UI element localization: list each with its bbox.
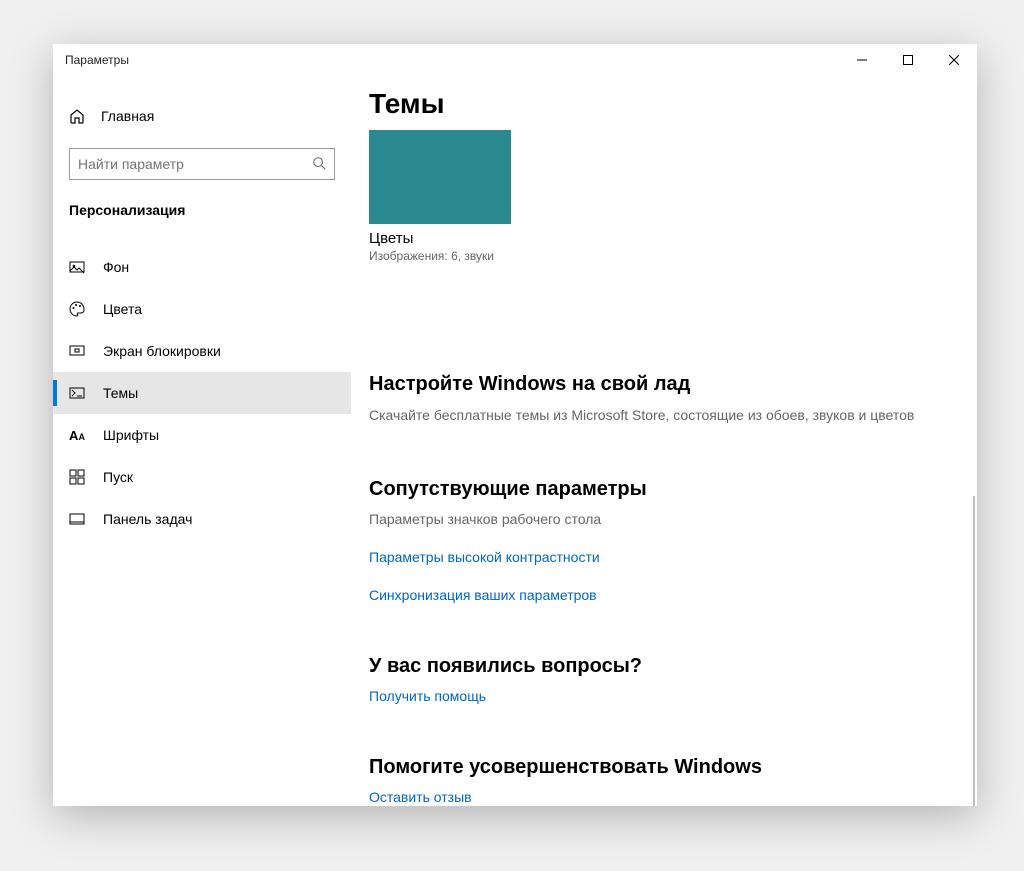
customize-section: Настройте Windows на свой лад Скачайте б… <box>369 373 953 426</box>
titlebar: Параметры <box>53 44 977 76</box>
sidebar-item-label: Шрифты <box>103 427 159 443</box>
link-feedback[interactable]: Оставить отзыв <box>369 789 953 805</box>
settings-window: Параметры Главная Пер <box>53 44 977 806</box>
related-section: Сопутствующие параметры Параметры значко… <box>369 478 953 603</box>
sidebar: Главная Персонализация Фон Цвета <box>53 76 351 806</box>
maximize-button[interactable] <box>885 44 931 76</box>
theme-thumbnail <box>369 130 511 224</box>
home-label: Главная <box>101 108 154 124</box>
home-icon <box>69 108 85 124</box>
minimize-button[interactable] <box>839 44 885 76</box>
sidebar-item-taskbar[interactable]: Панель задач <box>53 498 351 540</box>
link-high-contrast[interactable]: Параметры высокой контрастности <box>369 549 953 565</box>
minimize-icon <box>857 55 867 65</box>
section-heading: У вас появились вопросы? <box>369 655 953 678</box>
sidebar-item-label: Пуск <box>103 469 133 485</box>
search-icon <box>312 156 326 173</box>
theme-name: Цветы <box>369 230 953 247</box>
sidebar-item-label: Цвета <box>103 301 142 317</box>
lockscreen-icon <box>69 343 85 359</box>
section-heading: Настройте Windows на свой лад <box>369 373 953 396</box>
section-description: Скачайте бесплатные темы из Microsoft St… <box>369 406 953 426</box>
sidebar-item-colors[interactable]: Цвета <box>53 288 351 330</box>
content-area: Темы Цветы Изображения: 6, звуки Настрой… <box>351 76 977 806</box>
close-icon <box>949 55 959 65</box>
sidebar-item-fonts[interactable]: AA Шрифты <box>53 414 351 456</box>
palette-icon <box>69 301 85 317</box>
window-title: Параметры <box>65 53 129 67</box>
taskbar-icon <box>69 511 85 527</box>
related-plain-text: Параметры значков рабочего стола <box>369 511 953 527</box>
sidebar-item-label: Фон <box>103 259 129 275</box>
feedback-section: Помогите усовершенствовать Windows Остав… <box>369 756 953 805</box>
section-heading: Сопутствующие параметры <box>369 478 953 501</box>
themes-icon <box>69 385 85 401</box>
sidebar-item-start[interactable]: Пуск <box>53 456 351 498</box>
theme-subtitle: Изображения: 6, звуки <box>369 249 953 263</box>
help-section: У вас появились вопросы? Получить помощь <box>369 655 953 704</box>
maximize-icon <box>903 55 913 65</box>
search-input[interactable] <box>78 156 312 172</box>
page-title: Темы <box>369 88 953 120</box>
theme-card[interactable]: Цветы Изображения: 6, звуки <box>369 130 953 263</box>
font-icon: AA <box>69 427 85 443</box>
link-get-help[interactable]: Получить помощь <box>369 688 953 704</box>
search-input-wrapper[interactable] <box>69 148 335 180</box>
sidebar-nav: Фон Цвета Экран блокировки Темы AA Шрифт… <box>53 246 351 540</box>
sidebar-item-lockscreen[interactable]: Экран блокировки <box>53 330 351 372</box>
sidebar-category: Персонализация <box>53 192 351 222</box>
picture-icon <box>69 259 85 275</box>
sidebar-item-themes[interactable]: Темы <box>53 372 351 414</box>
sidebar-item-background[interactable]: Фон <box>53 246 351 288</box>
start-icon <box>69 469 85 485</box>
close-button[interactable] <box>931 44 977 76</box>
scrollbar[interactable] <box>973 496 975 806</box>
link-sync-settings[interactable]: Синхронизация ваших параметров <box>369 587 953 603</box>
section-heading: Помогите усовершенствовать Windows <box>369 756 953 779</box>
sidebar-item-label: Экран блокировки <box>103 343 221 359</box>
home-link[interactable]: Главная <box>53 98 351 134</box>
sidebar-item-label: Панель задач <box>103 511 192 527</box>
sidebar-item-label: Темы <box>103 385 138 401</box>
